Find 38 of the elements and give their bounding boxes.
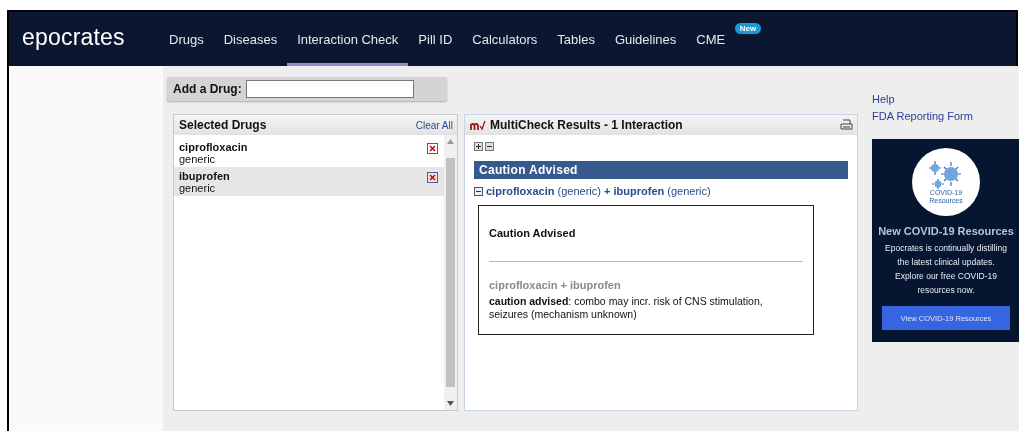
nav-tab[interactable]: Tables: [547, 12, 605, 66]
panel-title: MultiCheck Results - 1 Interaction: [490, 118, 683, 132]
nav-tab[interactable]: CME: [686, 12, 736, 66]
scrollbar[interactable]: [444, 135, 457, 410]
drug-type: generic: [179, 153, 217, 165]
nav-tab[interactable]: Diseases: [213, 12, 288, 66]
print-icon[interactable]: [840, 119, 853, 131]
promo-title: New COVID-19 Resources: [878, 225, 1014, 237]
nav-tab[interactable]: Guidelines: [604, 12, 687, 66]
remove-icon[interactable]: [427, 143, 438, 154]
drug-item[interactable]: ibuprofen generic: [174, 167, 444, 196]
panel-title: Selected Drugs: [179, 118, 267, 132]
clear-all-link[interactable]: Clear All: [415, 119, 453, 131]
sidebar-link[interactable]: FDA Reporting Form: [872, 110, 973, 122]
nav-tab[interactable]: Drugs: [159, 12, 214, 66]
add-drug-label: Add a Drug:: [173, 82, 242, 96]
collapse-icon[interactable]: [474, 186, 483, 196]
interaction-description: caution advised: combo may incr. risk of CNS stimulation, seizures (mechanism unknown): [489, 295, 764, 321]
severity-header: Caution Advised: [474, 161, 848, 179]
drug-input-field[interactable]: [245, 80, 414, 98]
expand-all-icon[interactable]: [474, 142, 483, 151]
promo-text: Epocrates is continually distilling the latest clinical updates. Explore our free COVID-19 resources now.: [884, 242, 1008, 297]
nav-tab[interactable]: Pill ID: [408, 12, 463, 66]
drug-pair: ciprofloxacin + ibuprofen: [489, 279, 622, 291]
nav-tab[interactable]: Calculators: [462, 12, 548, 66]
new-badge: New: [734, 23, 762, 34]
sidebar-link[interactable]: Help: [872, 93, 895, 105]
scroll-down-icon[interactable]: [447, 401, 454, 406]
remove-icon[interactable]: [427, 172, 438, 183]
detail-title: Caution Advised: [489, 227, 577, 239]
drug-type: generic: [179, 182, 217, 194]
interaction-pair-link[interactable]: ciprofloxacin (generic) + ibuprofen (generic): [486, 185, 711, 197]
drug-item[interactable]: ciprofloxacin generic: [174, 138, 444, 167]
logo[interactable]: epocrates: [22, 23, 159, 51]
multicheck-logo-icon: [470, 119, 486, 131]
drug-name: ibuprofen: [179, 170, 230, 182]
drug-name: ciprofloxacin: [179, 141, 248, 153]
collapse-all-icon[interactable]: [485, 142, 494, 151]
